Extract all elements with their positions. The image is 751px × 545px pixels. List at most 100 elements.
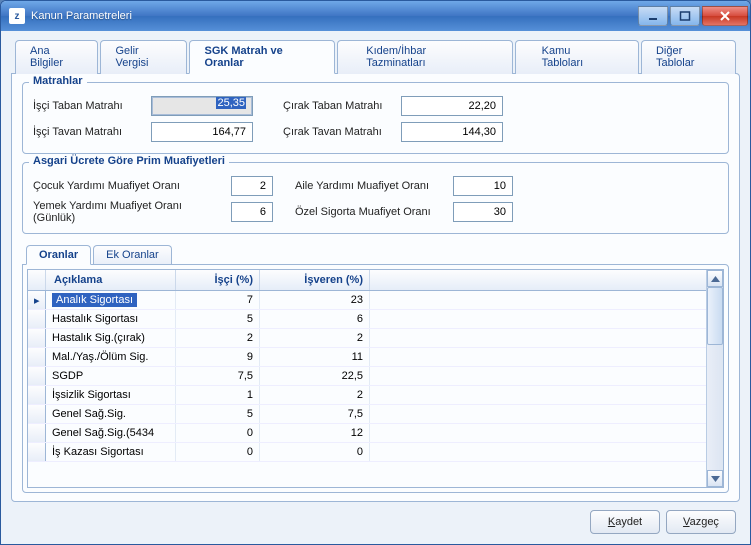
cell-aciklama: Genel Sağ.Sig.(5434: [46, 424, 176, 442]
muafiyet-group: Asgari Ücrete Göre Prim Muafiyetleri Çoc…: [22, 162, 729, 234]
aile-input[interactable]: [453, 176, 513, 196]
close-button[interactable]: [702, 6, 748, 26]
row-indicator: [28, 348, 46, 366]
row-indicator-header[interactable]: [28, 270, 46, 290]
tab-gelir-vergisi[interactable]: Gelir Vergisi: [100, 40, 187, 74]
col-empty: [370, 270, 706, 290]
cancel-button[interactable]: Vazgeç: [666, 510, 736, 534]
tab-ana-bilgiler[interactable]: Ana Bilgiler: [15, 40, 98, 74]
muafiyet-legend: Asgari Ücrete Göre Prim Muafiyetleri: [29, 155, 229, 167]
cell-aciklama: Hastalık Sig.(çırak): [46, 329, 176, 347]
isci-taban-input[interactable]: 25,35: [151, 96, 253, 116]
table-row[interactable]: Hastalık Sigortası56: [28, 310, 706, 329]
minimize-button[interactable]: [638, 6, 668, 26]
scroll-up-button[interactable]: [707, 270, 723, 287]
row-indicator: [28, 424, 46, 442]
cell-isci: 7,5: [176, 367, 260, 385]
tab-kidem-ihbar[interactable]: Kıdem/İhbar Tazminatları: [337, 40, 512, 74]
scroll-track[interactable]: [707, 345, 723, 470]
grid-header: Açıklama İşçi (%) İşveren (%): [28, 270, 706, 291]
table-row[interactable]: SGDP7,522,5: [28, 367, 706, 386]
row-indicator: [28, 386, 46, 404]
cell-aciklama: Analık Sigortası: [46, 291, 176, 309]
cell-aciklama: Genel Sağ.Sig.: [46, 405, 176, 423]
cirak-tavan-input[interactable]: [401, 122, 503, 142]
tab-kamu-tablolari[interactable]: Kamu Tabloları: [515, 40, 639, 74]
row-indicator: [28, 405, 46, 423]
cell-isci: 2: [176, 329, 260, 347]
table-row[interactable]: Analık Sigortası723: [28, 291, 706, 310]
cocuk-input[interactable]: [231, 176, 273, 196]
app-icon: z: [9, 8, 25, 24]
yemek-label: Yemek Yardımı Muafiyet Oranı (Günlük): [33, 200, 223, 224]
cirak-tavan-label: Çırak Tavan Matrahı: [283, 126, 393, 138]
cirak-taban-input[interactable]: [401, 96, 503, 116]
row-indicator: [28, 443, 46, 461]
button-bar: Kaydet Vazgeç: [11, 502, 740, 536]
table-row[interactable]: Mal./Yaş./Ölüm Sig.911: [28, 348, 706, 367]
cirak-taban-label: Çırak Taban Matrahı: [283, 100, 393, 112]
row-indicator: [28, 291, 46, 309]
sub-tabbar: Oranlar Ek Oranlar: [22, 244, 729, 264]
cell-aciklama: SGDP: [46, 367, 176, 385]
maximize-button[interactable]: [670, 6, 700, 26]
grid-body[interactable]: Analık Sigortası723Hastalık Sigortası56H…: [28, 291, 706, 487]
cell-isci: 0: [176, 443, 260, 461]
row-indicator: [28, 310, 46, 328]
ozel-label: Özel Sigorta Muafiyet Oranı: [295, 206, 445, 218]
grid: Açıklama İşçi (%) İşveren (%) Analık Sig…: [27, 269, 724, 488]
scroll-down-button[interactable]: [707, 470, 723, 487]
save-button[interactable]: Kaydet: [590, 510, 660, 534]
window-buttons: [638, 6, 748, 26]
grid-panel: Açıklama İşçi (%) İşveren (%) Analık Sig…: [22, 264, 729, 493]
table-row[interactable]: İş Kazası Sigortası00: [28, 443, 706, 462]
cell-aciklama: İşsizlik Sigortası: [46, 386, 176, 404]
main-tabbar: Ana Bilgiler Gelir Vergisi SGK Matrah ve…: [11, 39, 740, 73]
tab-diger-tablolar[interactable]: Diğer Tablolar: [641, 40, 736, 74]
cell-isveren: 2: [260, 386, 370, 404]
isci-tavan-label: İşçi Tavan Matrahı: [33, 126, 143, 138]
window-title: Kanun Parametreleri: [31, 10, 638, 22]
cell-isveren: 23: [260, 291, 370, 309]
content-area: Ana Bilgiler Gelir Vergisi SGK Matrah ve…: [1, 31, 750, 544]
scroll-thumb[interactable]: [707, 287, 723, 345]
row-indicator: [28, 329, 46, 347]
tab-panel: Matrahlar İşçi Taban Matrahı 25,35 Çırak…: [11, 73, 740, 502]
cell-isci: 5: [176, 405, 260, 423]
col-isveren[interactable]: İşveren (%): [260, 270, 370, 290]
table-row[interactable]: Hastalık Sig.(çırak)22: [28, 329, 706, 348]
cell-isci: 7: [176, 291, 260, 309]
aile-label: Aile Yardımı Muafiyet Oranı: [295, 180, 445, 192]
tab-sgk-matrah[interactable]: SGK Matrah ve Oranlar: [189, 40, 335, 74]
cell-isveren: 12: [260, 424, 370, 442]
cell-isci: 1: [176, 386, 260, 404]
subtab-ek-oranlar[interactable]: Ek Oranlar: [93, 245, 172, 265]
cell-isveren: 11: [260, 348, 370, 366]
table-row[interactable]: Genel Sağ.Sig.(5434012: [28, 424, 706, 443]
matrahlar-legend: Matrahlar: [29, 75, 87, 87]
cell-isveren: 22,5: [260, 367, 370, 385]
cocuk-label: Çocuk Yardımı Muafiyet Oranı: [33, 180, 223, 192]
cell-aciklama: Hastalık Sigortası: [46, 310, 176, 328]
cell-aciklama: Mal./Yaş./Ölüm Sig.: [46, 348, 176, 366]
vertical-scrollbar[interactable]: [706, 270, 723, 487]
ozel-input[interactable]: [453, 202, 513, 222]
cell-aciklama: İş Kazası Sigortası: [46, 443, 176, 461]
matrahlar-group: Matrahlar İşçi Taban Matrahı 25,35 Çırak…: [22, 82, 729, 154]
isci-tavan-input[interactable]: [151, 122, 253, 142]
col-isci[interactable]: İşçi (%): [176, 270, 260, 290]
cell-isveren: 0: [260, 443, 370, 461]
cell-isci: 9: [176, 348, 260, 366]
isci-taban-label: İşçi Taban Matrahı: [33, 100, 143, 112]
subtab-oranlar[interactable]: Oranlar: [26, 245, 91, 265]
yemek-input[interactable]: [231, 202, 273, 222]
row-indicator: [28, 367, 46, 385]
app-window: z Kanun Parametreleri Ana Bilgiler Gelir…: [0, 0, 751, 545]
table-row[interactable]: Genel Sağ.Sig.57,5: [28, 405, 706, 424]
table-row[interactable]: İşsizlik Sigortası12: [28, 386, 706, 405]
cell-isveren: 6: [260, 310, 370, 328]
cell-isci: 0: [176, 424, 260, 442]
col-aciklama[interactable]: Açıklama: [46, 270, 176, 290]
titlebar[interactable]: z Kanun Parametreleri: [1, 1, 750, 31]
cell-isveren: 2: [260, 329, 370, 347]
